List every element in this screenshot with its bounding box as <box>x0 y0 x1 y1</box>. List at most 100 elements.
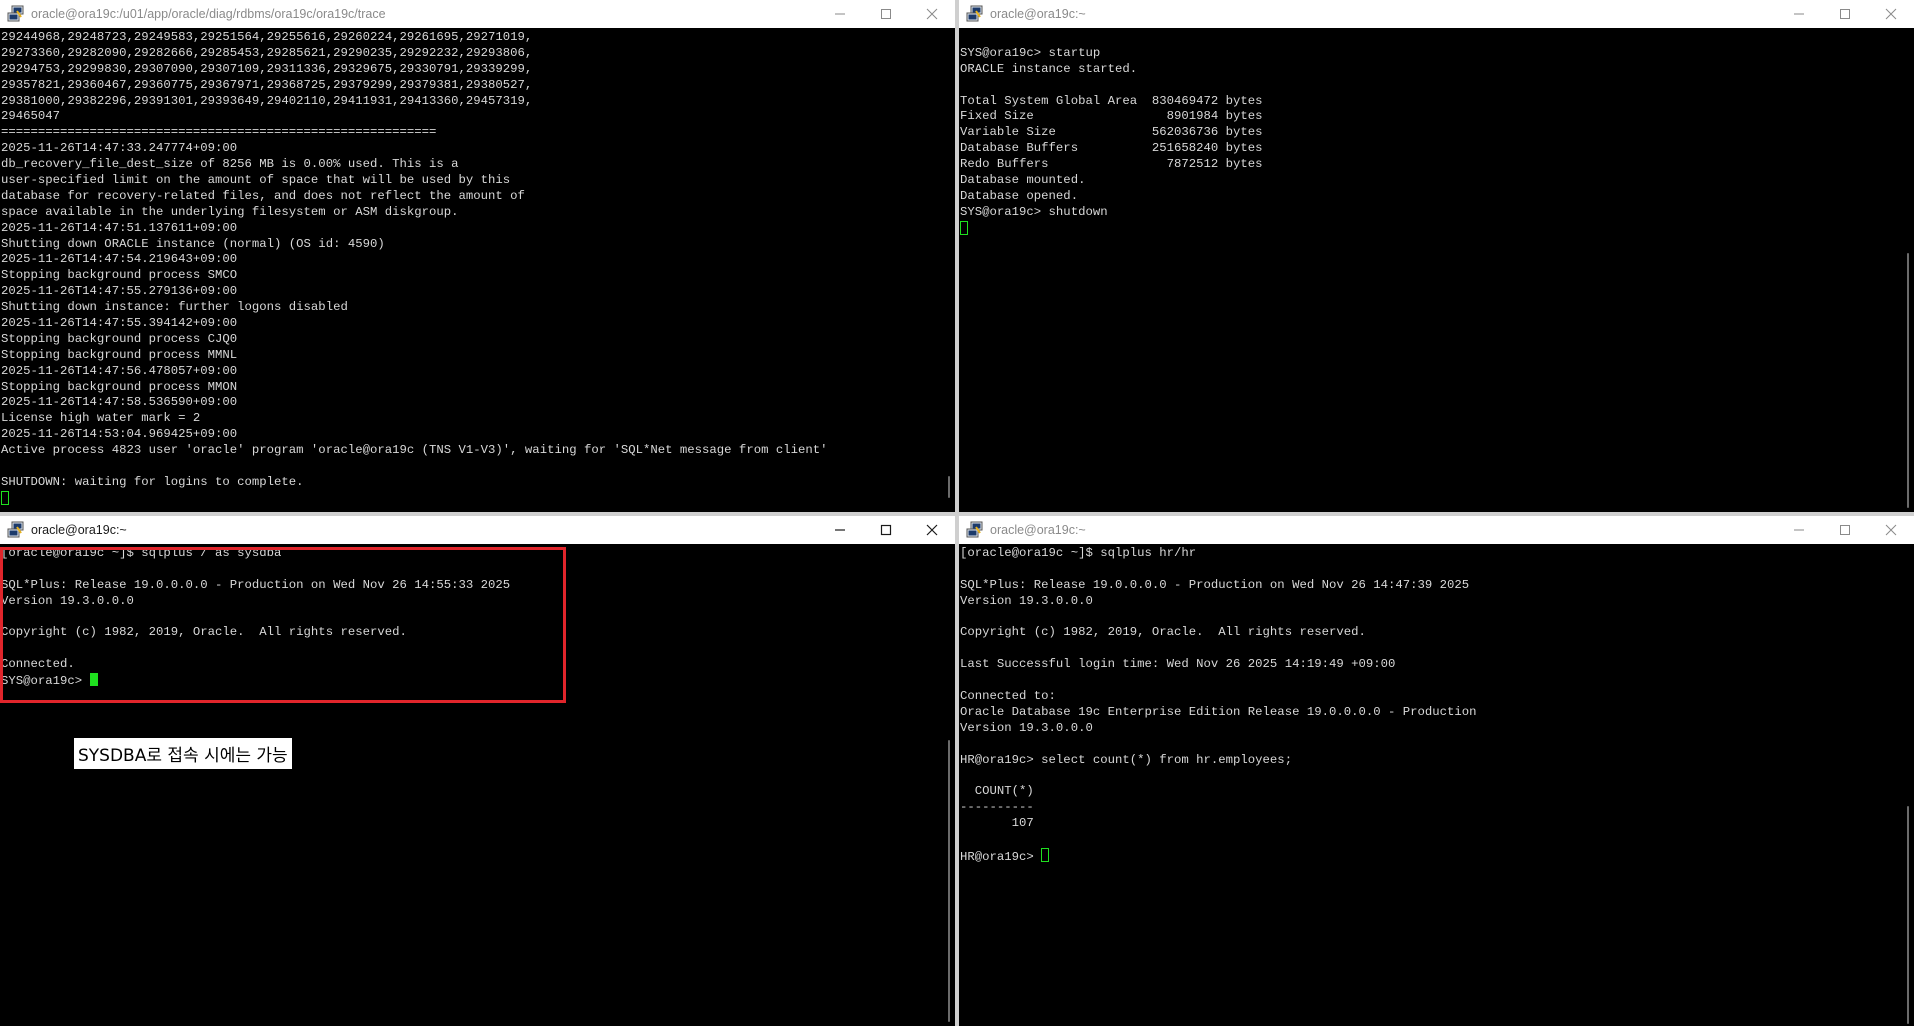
terminal-line: Redo Buffers 7872512 bytes <box>960 157 1263 172</box>
window-titlebar[interactable]: oracle@ora19c:~ <box>0 516 955 544</box>
close-button[interactable] <box>1868 516 1914 544</box>
terminal-line: user-specified limit on the amount of sp… <box>1 173 511 188</box>
terminal-line: 2025-11-26T14:53:04.969425+09:00 <box>1 427 238 442</box>
terminal-line: 107 <box>960 816 1034 831</box>
terminal-line: License high water mark = 2 <box>1 411 201 426</box>
scrollbar[interactable] <box>1900 28 1914 512</box>
close-button[interactable] <box>909 0 955 28</box>
maximize-button[interactable] <box>863 516 909 544</box>
terminal-line: Fixed Size 8901984 bytes <box>960 109 1263 124</box>
terminal-cursor <box>1 490 9 505</box>
terminal-line: SHUTDOWN: waiting for logins to complete… <box>1 474 304 489</box>
terminal-output[interactable]: 29244968,29248723,29249583,29251564,2925… <box>0 28 941 512</box>
terminal-line: Stopping background process MMNL <box>1 347 238 362</box>
maximize-icon <box>881 9 891 19</box>
terminal-line: 29465047 <box>1 109 61 124</box>
terminal-line: Variable Size 562036736 bytes <box>960 125 1263 140</box>
terminal-line: Database Buffers 251658240 bytes <box>960 141 1263 156</box>
minimize-button[interactable] <box>1776 516 1822 544</box>
terminal-line: 2025-11-26T14:47:33.247774+09:00 <box>1 141 238 156</box>
terminal-line: SYS@ora19c> shutdown <box>960 204 1108 219</box>
highlight-box <box>0 547 566 703</box>
terminal-line: 29244968,29248723,29249583,29251564,2925… <box>1 30 533 44</box>
terminal-line: db_recovery_file_dest_size of 8256 MB is… <box>1 157 459 172</box>
terminal-prompt: HR@ora19c> <box>960 849 1042 864</box>
terminal-line: SYS@ora19c> startup <box>960 45 1101 60</box>
terminal-line: ========================================… <box>1 125 437 140</box>
maximize-icon <box>1840 9 1850 19</box>
window-titlebar[interactable]: oracle@ora19c:~ <box>959 516 1914 544</box>
maximize-button[interactable] <box>1822 516 1868 544</box>
terminal-prompt-line <box>960 220 1900 237</box>
minimize-button[interactable] <box>817 516 863 544</box>
window-title: oracle@ora19c:~ <box>990 523 1086 537</box>
maximize-icon <box>880 524 892 536</box>
terminal-line: Database mounted. <box>960 173 1086 188</box>
terminal-line: ---------- <box>960 800 1034 815</box>
terminal-window-hr-session[interactable]: oracle@ora19c:~ [oracle@ora19c ~]$ sqlpl… <box>959 516 1914 1026</box>
terminal-line: 29381000,29382296,29391301,29393649,2940… <box>1 93 533 108</box>
terminal-prompt-line <box>1 490 941 507</box>
terminal-line: 2025-11-26T14:47:55.394142+09:00 <box>1 316 238 331</box>
minimize-icon <box>1794 529 1804 531</box>
maximize-icon <box>1840 525 1850 535</box>
scrollbar-thumb[interactable] <box>948 476 950 498</box>
terminal-cursor <box>1041 847 1050 862</box>
window-title: oracle@ora19c:~ <box>31 523 127 537</box>
terminal-line: Stopping background process MMON <box>1 379 238 394</box>
terminal-line: Shutting down instance: further logons d… <box>1 300 348 315</box>
terminal-line: SQL*Plus: Release 19.0.0.0.0 - Productio… <box>960 577 1470 592</box>
terminal-output[interactable]: [oracle@ora19c ~]$ sqlplus hr/hr SQL*Plus… <box>959 544 1900 1026</box>
terminal-line: 29357821,29360467,29360775,29367971,2936… <box>1 77 533 92</box>
terminal-line: 29294753,29299830,29307090,29307109,2931… <box>1 61 533 76</box>
scrollbar[interactable] <box>941 544 955 1026</box>
window-titlebar[interactable]: oracle@ora19c:/u01/app/oracle/diag/rdbms… <box>0 0 955 28</box>
putty-icon <box>966 5 983 22</box>
terminal-line: Database opened. <box>960 188 1079 203</box>
scrollbar-thumb[interactable] <box>1907 806 1909 1024</box>
terminal-line: Copyright (c) 1982, 2019, Oracle. All ri… <box>960 625 1366 640</box>
close-icon <box>926 524 938 536</box>
terminal-line: HR@ora19c> select count(*) from hr.emplo… <box>960 752 1293 767</box>
close-icon <box>1885 8 1897 20</box>
terminal-window-sys-session[interactable]: oracle@ora19c:~ SYS@ora19c> startup ORACL… <box>959 0 1914 512</box>
terminal-output[interactable]: SYS@ora19c> startup ORACLE instance start… <box>959 28 1900 512</box>
terminal-line: 2025-11-26T14:47:54.219643+09:00 <box>1 252 238 267</box>
terminal-cursor <box>960 220 968 235</box>
terminal-line: 2025-11-26T14:47:51.137611+09:00 <box>1 220 238 235</box>
terminal-line: Oracle Database 19c Enterprise Edition R… <box>960 704 1477 719</box>
scrollbar[interactable] <box>1900 544 1914 1026</box>
maximize-button[interactable] <box>863 0 909 28</box>
window-divider-horizontal <box>0 512 1914 516</box>
close-button[interactable] <box>909 516 955 544</box>
minimize-button[interactable] <box>817 0 863 28</box>
terminal-window-alert-log[interactable]: oracle@ora19c:/u01/app/oracle/diag/rdbms… <box>0 0 955 512</box>
scrollbar-thumb[interactable] <box>948 740 950 1022</box>
putty-icon <box>7 5 24 22</box>
terminal-line: Connected to: <box>960 689 1056 704</box>
maximize-button[interactable] <box>1822 0 1868 28</box>
putty-icon <box>7 521 24 538</box>
terminal-line: COUNT(*) <box>960 784 1034 799</box>
terminal-line: 2025-11-26T14:47:58.536590+09:00 <box>1 395 238 410</box>
close-button[interactable] <box>1868 0 1914 28</box>
terminal-line: database for recovery-related files, and… <box>1 188 525 203</box>
scrollbar-thumb[interactable] <box>1907 253 1909 508</box>
window-titlebar[interactable]: oracle@ora19c:~ <box>959 0 1914 28</box>
close-icon <box>1885 524 1897 536</box>
scrollbar[interactable] <box>941 28 955 512</box>
minimize-icon <box>1794 13 1804 15</box>
window-title: oracle@ora19c:~ <box>990 7 1086 21</box>
terminal-line: [oracle@ora19c ~]$ sqlplus hr/hr <box>960 546 1197 560</box>
minimize-button[interactable] <box>1776 0 1822 28</box>
terminal-line: Version 19.3.0.0.0 <box>960 720 1093 735</box>
terminal-line: Last Successful login time: Wed Nov 26 2… <box>960 657 1396 672</box>
